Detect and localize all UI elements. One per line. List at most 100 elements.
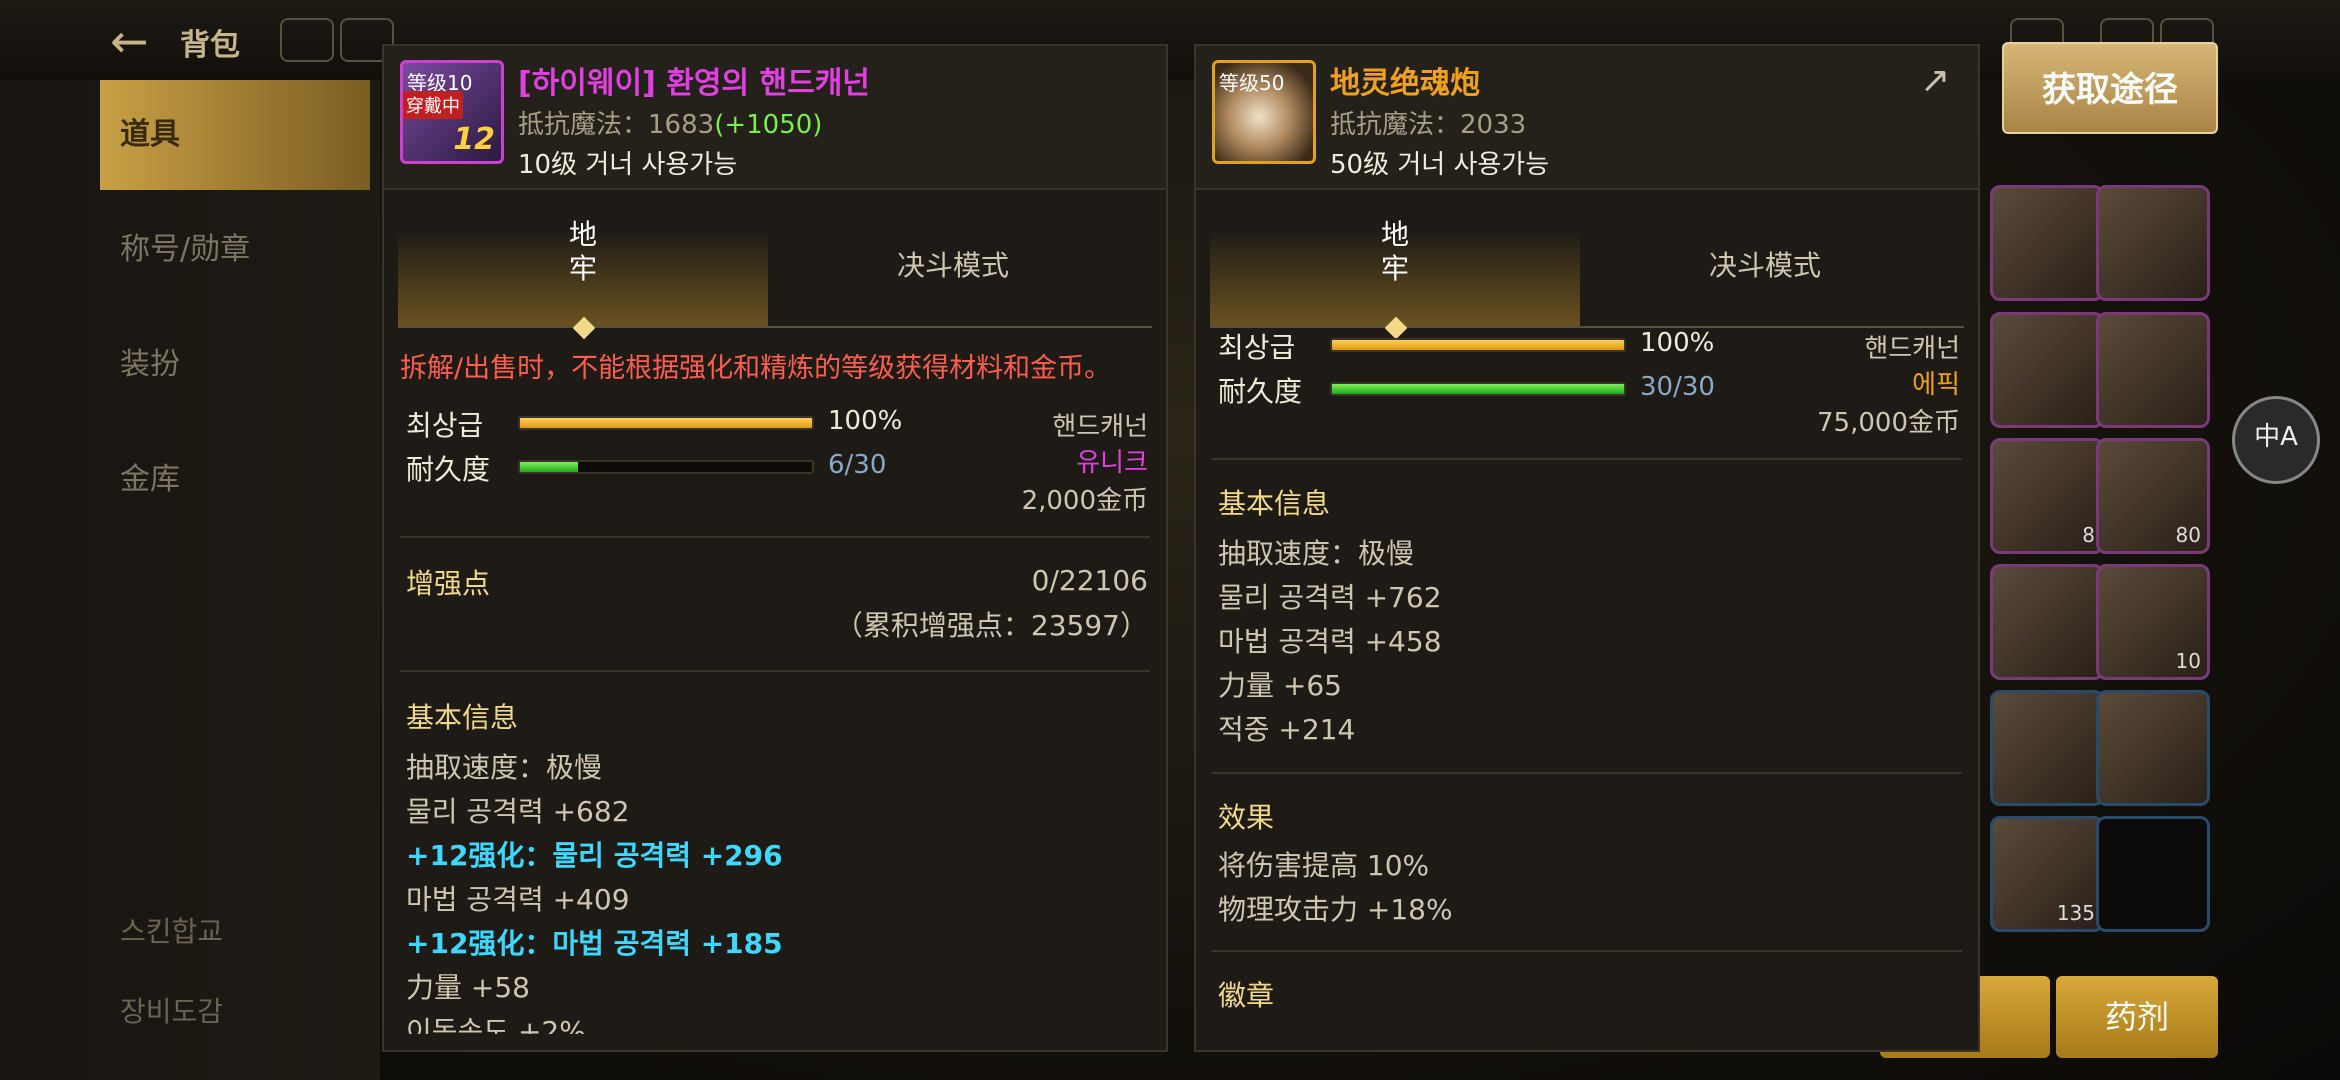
enhance-points-label: 增强点 — [406, 567, 491, 600]
item-level-badge: 等级50 — [1219, 71, 1285, 95]
durability-value: 6/30 — [828, 450, 887, 480]
magic-resist: 抵抗魔法：2033 — [1330, 104, 1526, 141]
hand-cannon-icon: 等级50 — [1212, 60, 1316, 164]
active-tab-marker-icon — [1384, 316, 1408, 340]
magic-resist-bonus: (+1050) — [714, 110, 823, 140]
tab-duel[interactable]: 决斗模式 — [1580, 206, 1950, 326]
top-bar: ← 背包 — [0, 0, 2340, 80]
weapon-type: 핸드캐넌 — [1052, 412, 1148, 442]
obtain-source-label: 获取途径 — [2042, 70, 2178, 110]
rarity-label: 에픽 — [1912, 370, 1960, 400]
inventory-slot[interactable] — [1990, 564, 2104, 680]
basic-info-title: 基本信息 — [1218, 487, 1331, 520]
durability-label: 耐久度 — [406, 453, 491, 486]
mode-tabs: 地 牢 决斗模式 — [398, 206, 1152, 340]
class-requirement: 50级 거너 사용가능 — [1330, 150, 1550, 180]
equipped-badge: 穿戴中 — [403, 91, 463, 119]
inventory-slot[interactable] — [1990, 312, 2104, 428]
durability-value: 30/30 — [1640, 372, 1715, 402]
inventory-slot[interactable] — [2096, 816, 2210, 932]
durability-label: 耐久度 — [1218, 375, 1303, 408]
hand-cannon-icon: 等级10 穿戴中 12 — [400, 60, 504, 164]
item-header: 等级10 穿戴中 12 [하이웨이] 환영의 핸드캐넌 抵抗魔法：1683(+1… — [384, 46, 1166, 190]
eye-icon[interactable] — [280, 18, 334, 62]
page-title: 背包 — [180, 28, 240, 63]
enhance-points-total: （累积增强点：23597） — [834, 609, 1148, 642]
item-count: 135 — [2056, 901, 2095, 925]
disassemble-warning: 拆解/出售时，不能根据强化和精炼的等级获得材料和金币。 — [400, 353, 1112, 384]
sidebar-item-titles[interactable]: 称号/勋章 — [100, 195, 370, 305]
stat-line-enhanced: +12强化：마법 공격력 +185 — [406, 927, 783, 960]
sidebar-codex-button[interactable]: 장비도감 — [120, 990, 223, 1030]
divider — [400, 670, 1150, 672]
sidebar-skin-button[interactable]: 스킨합교 — [120, 910, 223, 950]
enhance-points-value: 0/22106 — [1031, 564, 1148, 597]
tab-duel[interactable]: 决斗模式 — [768, 206, 1138, 326]
equipped-item-panel: 等级10 穿戴中 12 [하이웨이] 환영의 핸드캐넌 抵抗魔法：1683(+1… — [382, 44, 1168, 1052]
item-header: 等级50 地灵绝魂炮 抵抗魔法：2033 50级 거너 사용가능 ↗ — [1196, 46, 1978, 190]
sidebar-item-avatar[interactable]: 装扮 — [100, 310, 370, 420]
rarity-label: 유니크 — [1076, 448, 1148, 478]
mode-tabs: 地 牢 决斗模式 — [1210, 206, 1964, 340]
stat-line: 力量 +65 — [1218, 669, 1342, 702]
magic-resist-label: 抵抗魔法： — [1330, 110, 1461, 140]
stat-line: 力量 +58 — [406, 971, 530, 1004]
item-name: [하이웨이] 환영의 핸드캐넌 — [518, 66, 870, 101]
divider — [400, 536, 1150, 538]
inventory-slot[interactable] — [2096, 690, 2210, 806]
potion-button[interactable]: 药剂 — [2056, 976, 2218, 1058]
tab-label-line1: 地 — [568, 218, 597, 251]
sell-price: 2,000金币 — [1021, 486, 1148, 516]
back-arrow-icon[interactable]: ← — [110, 14, 149, 68]
translate-button[interactable]: 中A — [2232, 396, 2320, 484]
magic-resist-value: 2033 — [1460, 110, 1527, 140]
sidebar-item-label: 장비도감 — [120, 995, 224, 1028]
grade-label: 최상급 — [406, 409, 484, 442]
durability-bar — [518, 460, 814, 474]
sidebar-item-label: 金库 — [120, 462, 180, 497]
effect-line: 将伤害提高 10% — [1218, 849, 1430, 882]
inventory-slot[interactable] — [1990, 185, 2104, 301]
inventory-slot[interactable]: 135 — [1990, 816, 2104, 932]
stat-line: 마법 공격력 +458 — [1218, 625, 1442, 658]
tab-dungeon[interactable]: 地 牢 — [1210, 206, 1580, 340]
inventory-slot[interactable]: 8 — [1990, 438, 2104, 554]
effect-title: 效果 — [1218, 801, 1275, 834]
sidebar-item-items[interactable]: 道具 — [100, 80, 370, 190]
stat-line: 抽取速度：极慢 — [406, 751, 603, 784]
tab-label: 决斗模式 — [1708, 249, 1821, 282]
grade-bar — [518, 416, 814, 430]
stat-line: 마법 공격력 +409 — [406, 883, 630, 916]
class-requirement: 10级 거너 사용가능 — [518, 150, 738, 180]
magic-resist: 抵抗魔法：1683(+1050) — [518, 104, 822, 141]
sidebar-item-label: 스킨합교 — [120, 915, 224, 948]
inventory-slot[interactable]: 10 — [2096, 564, 2210, 680]
tab-dungeon[interactable]: 地 牢 — [398, 206, 768, 340]
inventory-slot[interactable] — [2096, 185, 2210, 301]
grade-label: 최상급 — [1218, 331, 1296, 364]
share-icon[interactable]: ↗ — [1920, 60, 1964, 101]
grade-value: 100% — [1640, 328, 1715, 358]
sidebar: 道具 称号/勋章 装扮 金库 스킨합교 장비도감 — [0, 80, 380, 1080]
stat-line: 적중 +214 — [1218, 713, 1356, 746]
divider — [1212, 458, 1962, 460]
grade-bar-fill — [1332, 340, 1624, 350]
sidebar-item-vault[interactable]: 金库 — [100, 425, 370, 535]
durability-bar — [1330, 382, 1626, 396]
tab-label-line2: 牢 — [1380, 252, 1409, 285]
sidebar-item-label: 装扮 — [120, 347, 180, 382]
inventory-slot[interactable] — [2096, 312, 2210, 428]
active-tab-marker-icon — [572, 316, 596, 340]
item-count: 8 — [2082, 523, 2095, 547]
inventory-slot[interactable]: 80 — [2096, 438, 2210, 554]
durability-bar-fill — [520, 462, 579, 472]
inventory-slot[interactable] — [1990, 690, 2104, 806]
sidebar-item-label: 称号/勋章 — [120, 232, 251, 267]
basic-info-title: 基本信息 — [406, 701, 519, 734]
durability-bar-fill — [1332, 384, 1624, 394]
sidebar-item-label: 道具 — [120, 117, 180, 152]
item-name: 地灵绝魂炮 — [1330, 66, 1480, 101]
obtain-source-button[interactable]: 获取途径 — [2002, 42, 2218, 134]
divider — [1212, 950, 1962, 952]
effect-line: 物理攻击力 +18% — [1218, 893, 1453, 926]
